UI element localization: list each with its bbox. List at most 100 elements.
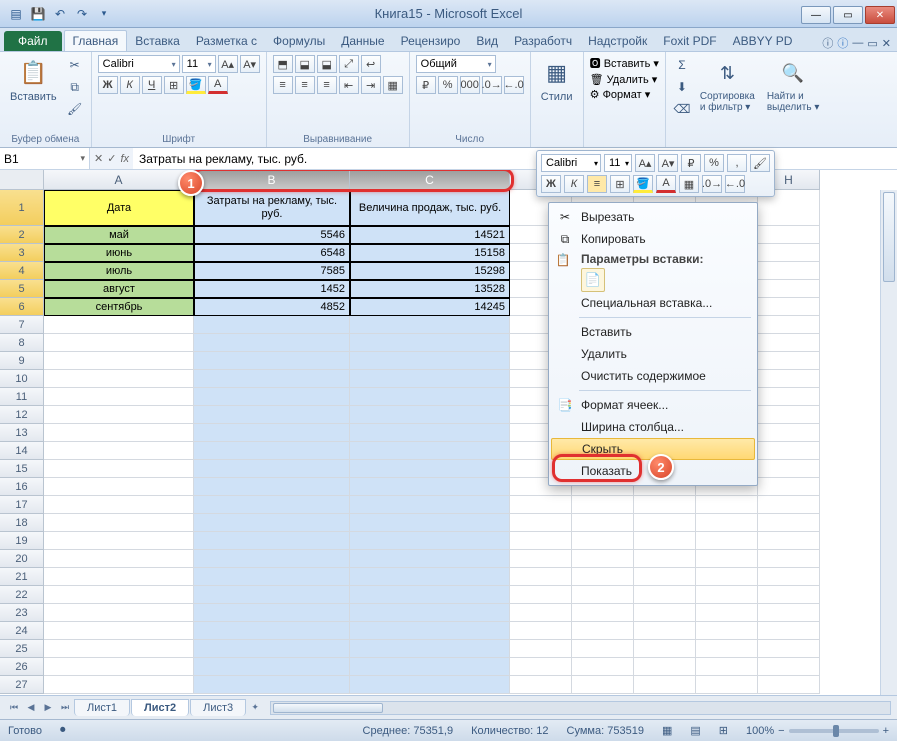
cell[interactable]: сентябрь <box>44 298 194 316</box>
mini-font-combo[interactable]: Calibri <box>541 154 601 172</box>
mini-dec-dec-icon[interactable]: ←.0 <box>725 175 745 193</box>
align-center-icon[interactable]: ≡ <box>295 76 315 94</box>
cell[interactable] <box>572 622 634 640</box>
cell[interactable] <box>572 604 634 622</box>
row-header[interactable]: 20 <box>0 550 44 568</box>
cell[interactable] <box>44 442 194 460</box>
italic-icon[interactable]: К <box>120 76 140 94</box>
cell[interactable] <box>572 676 634 694</box>
cell[interactable] <box>44 316 194 334</box>
cell[interactable] <box>350 658 510 676</box>
cell[interactable] <box>194 496 350 514</box>
cell[interactable]: 15158 <box>350 244 510 262</box>
tab-review[interactable]: Рецензиро <box>393 31 469 51</box>
tab-foxit[interactable]: Foxit PDF <box>655 31 724 51</box>
sheet-nav-prev-icon[interactable]: ◀ <box>23 700 39 716</box>
orientation-icon[interactable]: ⤢ <box>339 55 359 73</box>
cell[interactable] <box>510 604 572 622</box>
ctx-delete[interactable]: Удалить <box>551 343 755 365</box>
cell[interactable] <box>44 334 194 352</box>
cell[interactable] <box>758 262 820 280</box>
cell[interactable] <box>44 568 194 586</box>
number-format-combo[interactable]: Общий <box>416 55 496 73</box>
indent-inc-icon[interactable]: ⇥ <box>361 76 381 94</box>
cell[interactable]: 14245 <box>350 298 510 316</box>
cell[interactable] <box>696 622 758 640</box>
cell[interactable] <box>510 496 572 514</box>
cell[interactable] <box>350 370 510 388</box>
autosum-icon[interactable]: Σ <box>672 55 692 75</box>
doc-min-icon[interactable]: — <box>852 37 863 49</box>
cell[interactable] <box>350 496 510 514</box>
cell[interactable] <box>696 514 758 532</box>
cell[interactable] <box>696 568 758 586</box>
minimize-button[interactable]: — <box>801 6 831 24</box>
cell[interactable] <box>510 640 572 658</box>
mini-bold-icon[interactable]: Ж <box>541 175 561 193</box>
sheet-tab-1[interactable]: Лист1 <box>74 699 130 716</box>
find-select-button[interactable]: 🔍 Найти и выделить ▾ <box>763 55 824 115</box>
cell[interactable] <box>758 676 820 694</box>
font-name-combo[interactable]: Calibri <box>98 55 180 73</box>
tab-developer[interactable]: Разработч <box>506 31 580 51</box>
cell[interactable] <box>510 676 572 694</box>
cell[interactable] <box>44 370 194 388</box>
row-header[interactable]: 9 <box>0 352 44 370</box>
cell[interactable] <box>758 352 820 370</box>
cell[interactable] <box>572 496 634 514</box>
cell[interactable] <box>758 586 820 604</box>
view-pagebreak-icon[interactable]: ⊞ <box>719 724 728 737</box>
cell[interactable] <box>696 604 758 622</box>
name-box[interactable]: B1 <box>0 148 90 169</box>
cell[interactable] <box>350 478 510 496</box>
cell[interactable] <box>194 388 350 406</box>
cell[interactable] <box>350 586 510 604</box>
percent-icon[interactable]: % <box>438 76 458 94</box>
cell[interactable] <box>194 316 350 334</box>
cell[interactable] <box>350 514 510 532</box>
row-header[interactable]: 26 <box>0 658 44 676</box>
cells-delete-button[interactable]: 🗑 Удалить ▾ <box>590 73 658 86</box>
maximize-button[interactable]: ▭ <box>833 6 863 24</box>
cell[interactable] <box>350 550 510 568</box>
cell[interactable] <box>758 532 820 550</box>
cell[interactable] <box>44 496 194 514</box>
ctx-cut[interactable]: ✂Вырезать <box>551 206 755 228</box>
row-header[interactable]: 12 <box>0 406 44 424</box>
cell[interactable] <box>510 658 572 676</box>
cell[interactable] <box>194 370 350 388</box>
cell[interactable]: август <box>44 280 194 298</box>
cancel-formula-icon[interactable]: ✕ <box>94 152 103 165</box>
cell[interactable] <box>634 568 696 586</box>
row-header[interactable]: 23 <box>0 604 44 622</box>
sheet-tab-2[interactable]: Лист2 <box>131 699 189 716</box>
cell[interactable] <box>510 586 572 604</box>
cell[interactable] <box>634 640 696 658</box>
enter-formula-icon[interactable]: ✓ <box>107 152 116 165</box>
row-header[interactable]: 10 <box>0 370 44 388</box>
cell[interactable] <box>572 514 634 532</box>
currency-icon[interactable]: ₽ <box>416 76 436 94</box>
cell[interactable] <box>44 514 194 532</box>
row-header[interactable]: 8 <box>0 334 44 352</box>
qat-more-icon[interactable]: ▾ <box>94 4 114 24</box>
comma-icon[interactable]: 000 <box>460 76 480 94</box>
cell[interactable] <box>194 622 350 640</box>
cell[interactable] <box>194 460 350 478</box>
tab-layout[interactable]: Разметка с <box>188 31 265 51</box>
cell[interactable] <box>194 406 350 424</box>
col-header-b[interactable]: B <box>194 170 350 190</box>
cell[interactable] <box>758 568 820 586</box>
cell[interactable] <box>572 640 634 658</box>
cell[interactable] <box>634 514 696 532</box>
cell[interactable] <box>44 658 194 676</box>
wrap-text-icon[interactable]: ↩ <box>361 55 381 73</box>
row-header[interactable]: 7 <box>0 316 44 334</box>
row-header[interactable]: 15 <box>0 460 44 478</box>
mini-italic-icon[interactable]: К <box>564 175 584 193</box>
tab-view[interactable]: Вид <box>468 31 506 51</box>
excel-icon[interactable]: ▤ <box>6 4 26 24</box>
zoom-out-icon[interactable]: − <box>778 725 784 737</box>
cell[interactable] <box>194 424 350 442</box>
cell[interactable] <box>510 532 572 550</box>
